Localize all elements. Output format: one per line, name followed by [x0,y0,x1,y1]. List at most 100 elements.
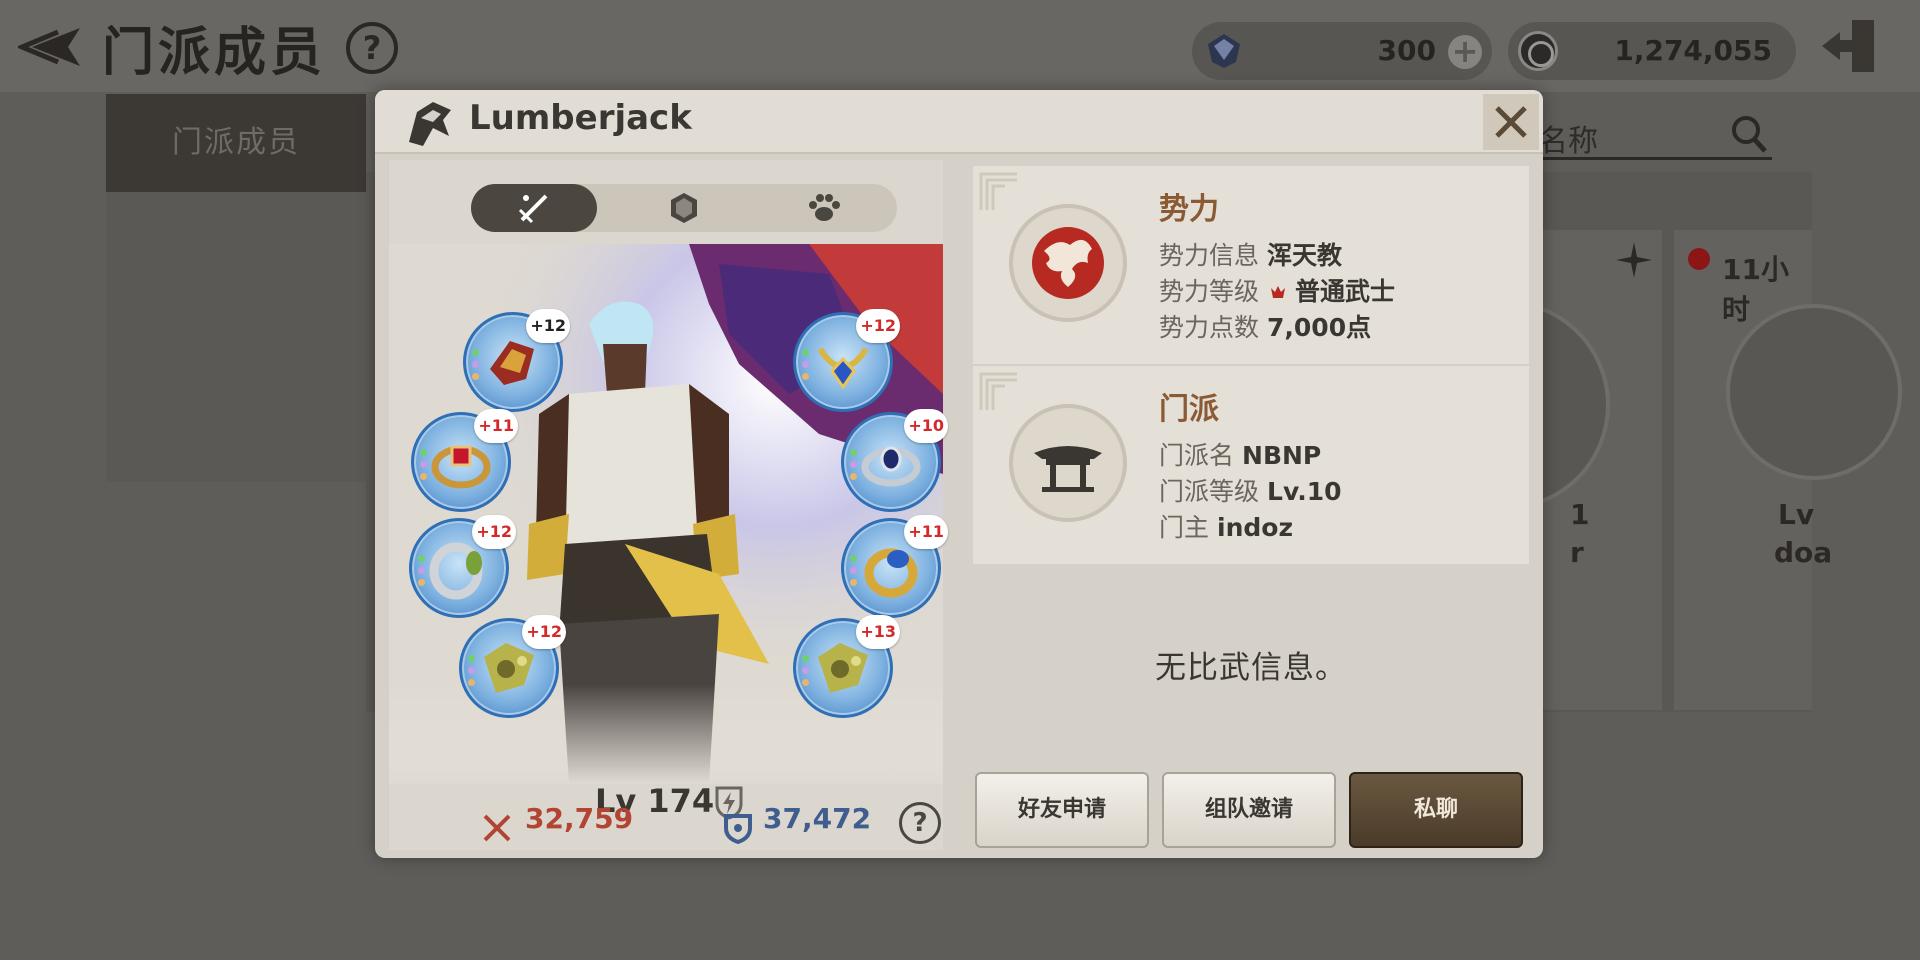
guild-name-row: 门派名 NBNP [1159,436,1321,472]
attack-power: 32,759 [525,802,634,835]
exit-icon[interactable] [1818,16,1880,76]
gem-socket-dots [802,655,810,691]
member-card-name: r [1570,536,1584,569]
faction-points-row: 势力点数 7,000点 [1159,308,1371,344]
equipment-tabs [471,184,897,232]
enhance-badge: +12 [526,309,570,343]
tab-guild-members[interactable]: 门派成员 [106,94,366,192]
faction-rank-value: 普通武士 [1295,277,1396,306]
friend-request-button[interactable]: 好友申请 [975,772,1149,848]
page-title: 门派成员 [102,23,327,83]
faction-title: 势力 [1159,192,1219,227]
character-info-dialog: Lumberjack +12 +11 +12 +12 +12 +10 +11 +… [375,90,1543,858]
guild-title: 门派 [1159,392,1219,427]
weapon-icon [518,194,548,224]
member-card-level: Lv [1778,498,1815,531]
enhance-badge: +12 [522,615,566,649]
pet-paw-icon [809,194,840,221]
guild-level-row: 门派等级 Lv.10 [1159,472,1342,508]
faction-info-box: 势力 势力信息 浑天教 势力等级 普通武士 势力点数 7,000点 [973,166,1529,364]
enhance-badge: +11 [474,409,518,443]
top-bar: 门派成员 ? 300 + 1,274,055 [0,0,1920,92]
online-indicator [1688,248,1710,270]
enhance-badge: +10 [904,409,948,443]
guild-emblem [1009,404,1127,522]
faction-crest-icon [1032,227,1104,299]
enhance-badge: +13 [856,615,900,649]
enhance-badge: +12 [856,309,900,343]
class-helmet-icon [409,102,451,146]
guild-level-label: 门派等级 [1159,477,1260,506]
guild-info-box: 门派 门派名 NBNP 门派等级 Lv.10 门主 indoz [973,366,1529,564]
back-arrow-icon[interactable] [18,22,84,72]
faction-info-label: 势力信息 [1159,241,1260,270]
tab-pet[interactable] [761,184,887,232]
corner-ornament-icon [979,172,1017,210]
close-icon [1495,106,1527,138]
faction-rank-row: 势力等级 普通武士 [1159,272,1395,308]
guild-master-row: 门主 indoz [1159,508,1293,544]
search-placeholder: 名称 [1538,124,1598,159]
pavilion-icon [1034,446,1102,492]
enhance-badge: +12 [472,515,516,549]
faction-info-value: 浑天教 [1267,241,1343,270]
gem-socket-dots [468,655,476,691]
defense-power: 37,472 [763,802,872,835]
guild-master-label: 门主 [1159,513,1210,542]
member-card-name: doa [1774,536,1833,569]
gear-slot[interactable]: +12 [793,309,900,412]
dialog-header: Lumberjack [375,90,1543,154]
gear-slot[interactable]: +11 [411,409,518,512]
guild-master-value: indoz [1217,513,1294,542]
coin-amount: 1,274,055 [1614,34,1772,67]
gem-socket-dots [850,449,858,485]
defense-shield-icon [724,814,752,844]
help-icon[interactable]: ? [346,22,398,74]
gem-currency: 300 + [1192,22,1492,80]
coin-icon [1518,31,1558,71]
guild-level-value: Lv.10 [1267,477,1342,506]
faction-info-row: 势力信息 浑天教 [1159,236,1342,272]
tab-soul[interactable] [621,184,747,232]
faction-rank-label: 势力等级 [1159,277,1260,306]
gem-socket-dots [420,449,428,485]
gem-socket-dots [850,555,858,591]
gem-icon [1208,34,1240,68]
gem-socket-dots [472,349,480,385]
sparkle-icon [1616,242,1652,278]
search-input[interactable]: 名称 [1530,110,1772,160]
gear-slot[interactable]: +12 [459,615,566,718]
guild-name-value: NBNP [1242,441,1322,470]
soul-icon [671,193,697,223]
character-name: Lumberjack [469,98,692,138]
tab-weapon[interactable] [471,184,597,232]
gem-socket-dots [418,555,426,591]
member-avatar [1726,304,1902,480]
gear-slot[interactable]: +11 [841,515,948,618]
rank-crest-icon [1271,286,1286,298]
enhance-badge: +11 [904,515,948,549]
faction-points-label: 势力点数 [1159,313,1260,342]
gear-slot[interactable]: +10 [841,409,948,512]
close-button[interactable] [1483,94,1539,150]
equipment-pane: +12 +11 +12 +12 +12 +10 +11 +13 Lv 174 3… [389,160,948,850]
corner-ornament-icon [979,372,1017,410]
background-left-panel [106,192,366,482]
guild-name-label: 门派名 [1159,441,1235,470]
member-card[interactable]: 11小时 Lv doa [1674,230,1902,710]
add-gem-button[interactable]: + [1448,35,1482,69]
faction-points-value: 7,000点 [1267,313,1372,342]
gear-slot[interactable]: +13 [793,615,900,718]
whisper-button[interactable]: 私聊 [1349,772,1523,848]
search-icon[interactable] [1730,114,1768,154]
gem-socket-dots [802,349,810,385]
gear-slot[interactable]: +12 [409,515,516,618]
duel-info-message: 无比武信息。 [1155,650,1347,686]
stats-help-icon[interactable]: ? [899,802,941,844]
gem-amount: 300 [1377,34,1436,67]
member-card-level: 1 [1570,498,1590,531]
coin-currency: 1,274,055 [1508,22,1796,80]
gear-slot[interactable]: +12 [463,309,570,412]
faction-emblem [1009,204,1127,322]
party-invite-button[interactable]: 组队邀请 [1162,772,1336,848]
